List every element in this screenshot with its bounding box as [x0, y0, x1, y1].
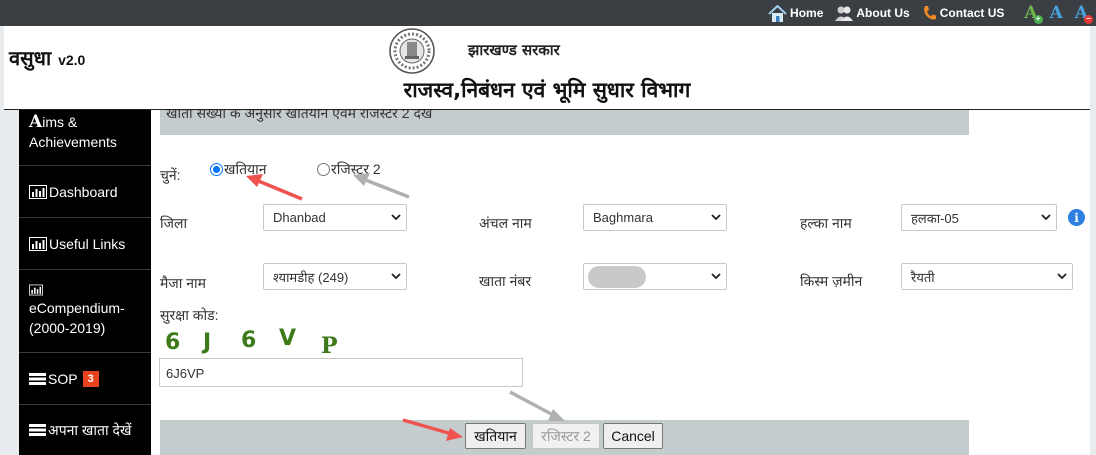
mauza-select[interactable]: श्यामडीह (249)	[263, 263, 407, 290]
sidebar-item-sop[interactable]: SOP 3	[19, 353, 151, 405]
chevron-down-icon	[391, 214, 401, 221]
sidebar-item-label: Aims & Achievements	[29, 112, 117, 150]
sidebar-item-useful-links[interactable]: Useful Links	[19, 218, 151, 270]
sidebar-item-apna-khata[interactable]: अपना खाता देखें	[19, 405, 151, 455]
chevron-down-icon	[391, 273, 401, 280]
font-normal-glyph: A	[1049, 2, 1063, 23]
radio-khatiyan[interactable]: खतियान	[210, 160, 267, 179]
chart-icon	[29, 284, 43, 296]
sidebar-item-label: अपना खाता देखें	[48, 421, 132, 438]
captcha-char: 6	[165, 330, 181, 355]
captcha-char: P	[321, 333, 338, 359]
info-icon[interactable]: i	[1068, 209, 1085, 226]
radio-khatiyan-circle[interactable]	[210, 163, 223, 176]
brand-logo[interactable]: वसुधा v2.0	[9, 44, 85, 71]
captcha-char: 6	[241, 328, 257, 353]
chevron-down-icon	[1057, 273, 1067, 280]
chevron-down-icon	[1041, 214, 1051, 221]
home-link-label: Home	[790, 6, 824, 20]
font-decrease-mark: −	[1084, 14, 1093, 24]
sidebar-item-label: eCompendium-(2000-2019)	[29, 300, 125, 336]
phone-icon	[923, 6, 936, 20]
halka-value: हलका-05	[911, 210, 959, 226]
halka-label: हल्का नाम	[800, 215, 852, 231]
government-name: झारखण्ड सरकार	[468, 41, 560, 59]
sidebar: Aims & Achievements Dashboard Useful Lin…	[19, 110, 151, 455]
contact-us-link[interactable]: Contact US	[922, 5, 1005, 21]
font-increase-mark: +	[1033, 14, 1043, 24]
captcha-char: V	[279, 326, 297, 351]
sidebar-item-ecompendium[interactable]: eCompendium-(2000-2019)	[19, 270, 151, 353]
district-label: जिला	[160, 215, 188, 231]
users-icon	[835, 6, 854, 21]
sidebar-item-label: Useful Links	[49, 235, 126, 252]
land-type-value: रैयती	[911, 269, 935, 285]
mauza-value: श्यामडीह (249)	[273, 269, 349, 285]
captcha-image: 6 J 6 V P	[165, 326, 355, 359]
sidebar-item-label: Dashboard	[49, 183, 118, 200]
brand-version: v2.0	[58, 52, 86, 68]
brand-name: वसुधा	[9, 46, 52, 70]
top-bar: Home About Us Contact US A + A A −	[0, 0, 1096, 26]
district-value: Dhanbad	[273, 210, 326, 225]
sidebar-item-label: SOP	[48, 370, 78, 387]
department-name: राजस्व,निबंधन एवं भूमि सुधार विभाग	[403, 78, 691, 102]
halka-select[interactable]: हलका-05	[901, 204, 1057, 231]
list-icon	[29, 424, 46, 436]
chevron-down-icon	[711, 214, 721, 221]
site-header: वसुधा v2.0 झारखण्ड सरकार राजस्व,निबंधन ए…	[4, 26, 1090, 110]
about-us-link[interactable]: About Us	[835, 5, 910, 21]
home-link[interactable]: Home	[768, 4, 824, 22]
khata-label: खाता नंबर	[479, 273, 532, 289]
radio-register2-label: रजिस्टर 2	[331, 161, 381, 177]
khata-select[interactable]	[583, 263, 727, 290]
sidebar-item-aims[interactable]: Aims & Achievements	[19, 110, 151, 166]
captcha-char: J	[203, 330, 212, 355]
top-navigation: Home About Us Contact US A + A A −	[768, 0, 1093, 26]
cancel-button[interactable]: Cancel	[603, 423, 663, 449]
radio-register2-circle[interactable]	[317, 163, 330, 176]
choose-label: चुनें:	[160, 167, 181, 183]
chart-icon	[29, 236, 47, 251]
radio-khatiyan-label: खतियान	[224, 161, 267, 177]
sidebar-item-dashboard[interactable]: Dashboard	[19, 166, 151, 218]
land-type-label: किस्म ज़मीन	[800, 273, 863, 289]
action-bar: खतियान रजिस्टर 2 Cancel	[160, 420, 969, 455]
main-content: खाता संख्या के अनुसार खतियान एवम रजिस्टर…	[151, 110, 1090, 455]
home-icon	[768, 4, 787, 22]
khatiyan-button[interactable]: खतियान	[465, 423, 526, 449]
land-type-select[interactable]: रैयती	[901, 263, 1073, 290]
section-title: खाता संख्या के अनुसार खतियान एवम रजिस्टर…	[160, 110, 969, 135]
font-normal-icon[interactable]: A	[1049, 2, 1063, 23]
circle-label: अंचल नाम	[479, 215, 532, 231]
sop-count-badge: 3	[82, 370, 99, 387]
chart-icon	[29, 184, 47, 199]
aims-icon: A	[29, 112, 43, 132]
chevron-down-icon	[711, 273, 721, 280]
security-code-label: सुरक्षा कोड:	[160, 307, 219, 323]
jharkhand-emblem-icon	[389, 28, 435, 74]
register2-button[interactable]: रजिस्टर 2	[532, 423, 600, 449]
about-us-label: About Us	[856, 6, 910, 20]
circle-select[interactable]: Baghmara	[583, 204, 727, 231]
list-icon	[29, 372, 46, 385]
mauza-label: मैजा नाम	[160, 275, 207, 291]
khata-value-redacted	[588, 265, 646, 288]
district-select[interactable]: Dhanbad	[263, 204, 407, 231]
circle-value: Baghmara	[593, 210, 653, 225]
captcha-input[interactable]: 6J6VP	[159, 358, 523, 387]
font-decrease-icon[interactable]: A −	[1075, 4, 1093, 24]
radio-register2[interactable]: रजिस्टर 2	[317, 160, 381, 179]
contact-us-label: Contact US	[939, 6, 1005, 20]
font-increase-icon[interactable]: A +	[1024, 4, 1043, 24]
